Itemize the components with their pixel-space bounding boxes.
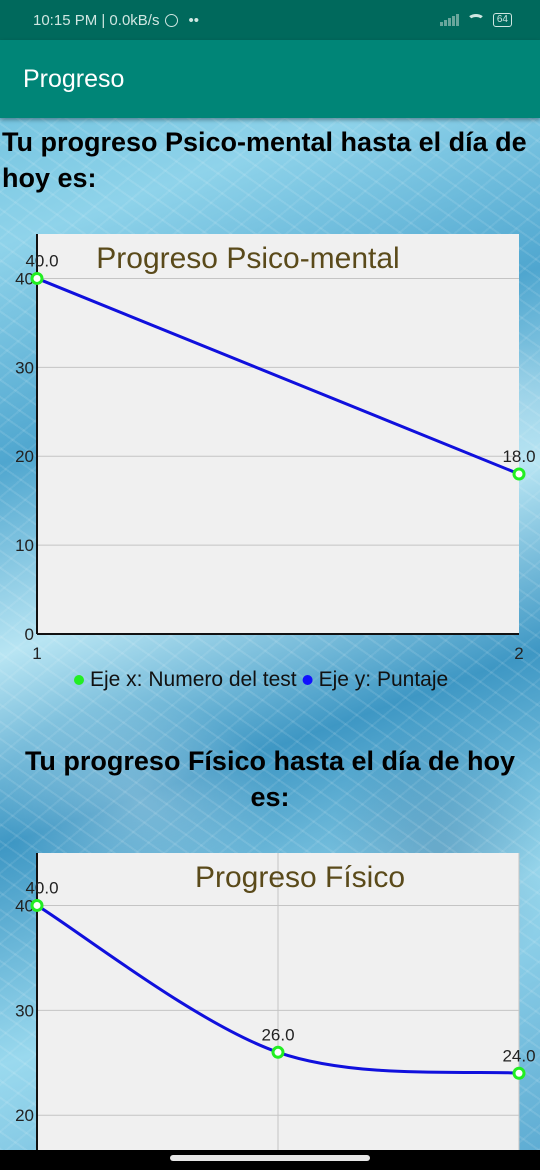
section-heading-fisico: Tu progreso Físico hasta el día de hoy e… [24, 746, 516, 812]
home-gesture-handle[interactable] [170, 1155, 370, 1161]
y-tick-label: 10 [15, 536, 34, 555]
data-label: 40.0 [25, 251, 58, 270]
app-bar: Progreso [0, 40, 540, 118]
data-label: 18.0 [502, 447, 535, 466]
chart-psico-mental: 0102030401 2Progreso Psico-mental40.018.0… [15, 234, 536, 691]
data-point [512, 467, 526, 481]
data-point [271, 1045, 285, 1059]
chart-title: Progreso Psico-mental [96, 242, 399, 275]
wifi-icon [466, 13, 485, 27]
status-time: 10:15 PM | 0.0kB/s [33, 11, 160, 29]
y-tick-label: 20 [15, 447, 34, 466]
y-tick-label: 30 [15, 1001, 34, 1020]
legend-marker [302, 675, 313, 685]
legend-label: Eje x: Numero del test [90, 668, 297, 691]
section-heading-psico-mental: Tu progreso Psico-mental hasta el día de… [2, 127, 527, 193]
y-tick-label: 0 [25, 625, 34, 644]
data-label: 26.0 [261, 1025, 294, 1044]
data-point [30, 898, 44, 912]
chart-title: Progreso Físico [195, 861, 405, 894]
status-bar: 10:15 PM | 0.0kB/s •• 64 [0, 0, 540, 40]
y-tick-label: 30 [15, 358, 34, 377]
data-label: 24.0 [502, 1046, 535, 1065]
app-bar-title: Progreso [23, 64, 125, 93]
data-label: 40.0 [25, 878, 58, 897]
alarm-icon [165, 13, 179, 27]
x-tick-label: 2 [514, 644, 523, 663]
chart-fisico: 203040Progreso Físico40.026.024.0 [15, 853, 536, 1150]
more-notifications-icon: •• [188, 11, 199, 29]
data-point [512, 1066, 526, 1080]
legend-marker [74, 675, 84, 685]
plot-area [37, 234, 519, 634]
legend-label: Eje y: Puntaje [319, 668, 449, 691]
signal-icon [439, 14, 459, 26]
data-point [30, 271, 44, 285]
x-tick-label: 1 [32, 644, 41, 663]
battery-icon: 64 [492, 13, 512, 27]
y-tick-label: 20 [15, 1106, 34, 1125]
